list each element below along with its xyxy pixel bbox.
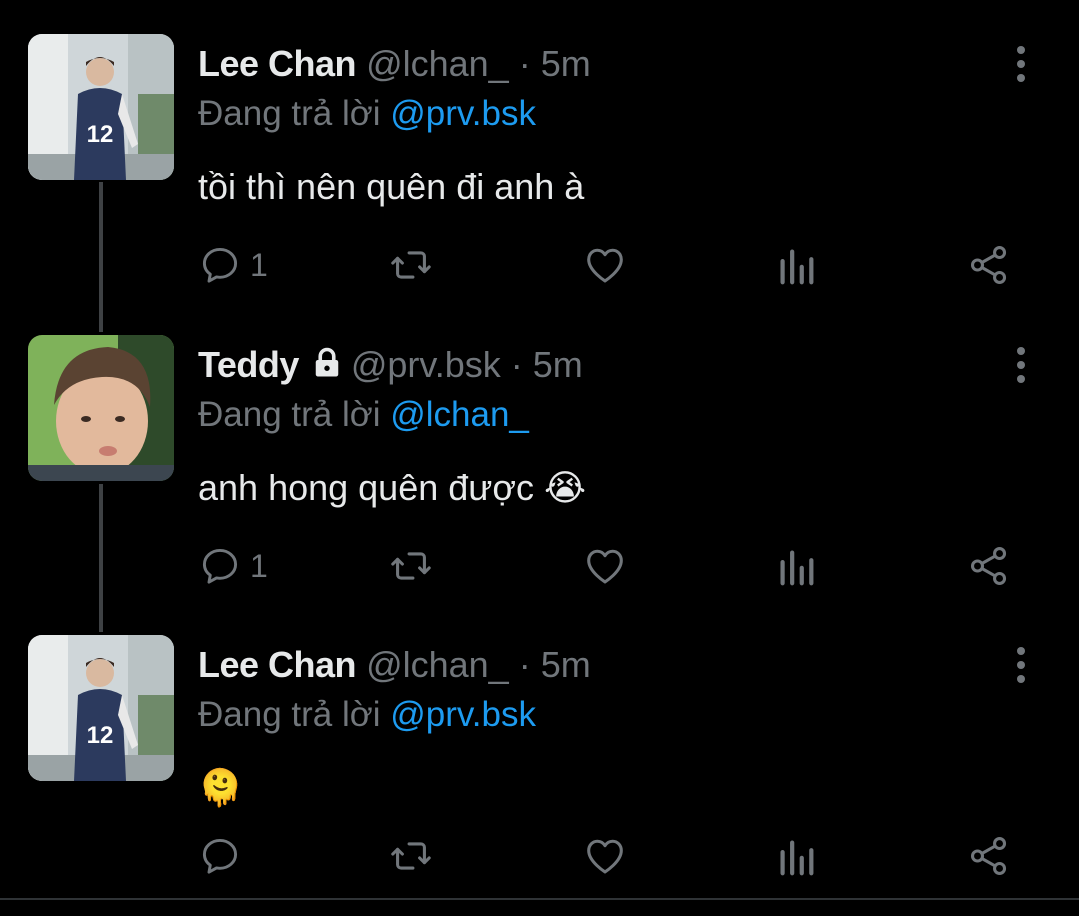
- tweet-actions: 1: [198, 541, 1018, 591]
- more-vertical-icon[interactable]: [1012, 345, 1030, 385]
- timestamp[interactable]: · 5m: [511, 344, 583, 385]
- tweet-header: Lee Chan @lchan_ · 5m: [198, 42, 591, 86]
- like-button[interactable]: [582, 240, 628, 290]
- timestamp[interactable]: · 5m: [519, 43, 591, 84]
- tweet-header: Teddy @prv.bsk · 5m: [198, 343, 583, 391]
- replying-to: Đang trả lời @prv.bsk: [198, 92, 536, 136]
- heart-icon: [587, 549, 623, 584]
- share-icon: [970, 547, 1007, 585]
- divider: [0, 898, 1079, 900]
- reply-bubble-icon: [202, 247, 238, 283]
- views-chart-icon: [780, 249, 814, 285]
- views-button[interactable]: [776, 541, 816, 591]
- reply-bubble-icon: [202, 548, 238, 584]
- retweet-button[interactable]: [388, 240, 434, 290]
- display-name[interactable]: Lee Chan: [198, 43, 357, 84]
- user-handle[interactable]: @lchan_: [366, 644, 509, 685]
- tweet-actions: [198, 831, 1018, 881]
- tweet-text: anh hong quên được 😭: [198, 465, 586, 511]
- tweet-text: 🫠: [198, 765, 243, 811]
- share-icon: [970, 246, 1007, 284]
- reply-count: 1: [250, 547, 268, 584]
- views-button[interactable]: [776, 831, 816, 881]
- views-chart-icon: [780, 840, 814, 876]
- reply-button[interactable]: [198, 831, 250, 881]
- svg-text:12: 12: [87, 722, 114, 749]
- replying-to: Đang trả lời @prv.bsk: [198, 693, 536, 737]
- like-button[interactable]: [582, 831, 628, 881]
- share-icon: [970, 837, 1007, 875]
- retweet-icon: [391, 552, 431, 580]
- more-vertical-icon[interactable]: [1012, 645, 1030, 685]
- reply-count: 1: [250, 246, 268, 283]
- display-name[interactable]: Lee Chan: [198, 644, 357, 685]
- timestamp[interactable]: · 5m: [519, 644, 591, 685]
- like-button[interactable]: [582, 541, 628, 591]
- avatar[interactable]: 12: [28, 34, 174, 180]
- avatar[interactable]: 12: [28, 635, 174, 781]
- more-vertical-icon[interactable]: [1012, 44, 1030, 84]
- share-button[interactable]: [966, 240, 1012, 290]
- svg-text:12: 12: [87, 121, 114, 148]
- tweet-body: tồi thì nên quên đi anh à: [198, 166, 585, 207]
- tweet-header: Lee Chan @lchan_ · 5m: [198, 643, 591, 687]
- retweet-button[interactable]: [388, 831, 434, 881]
- tweet[interactable]: 12 Lee Chan @lchan_ · 5m Đang trả lời @p…: [0, 34, 1079, 304]
- reply-button[interactable]: 1: [198, 541, 268, 591]
- retweet-icon: [391, 251, 431, 279]
- tweet-actions: 1: [198, 240, 1018, 290]
- user-handle[interactable]: @prv.bsk: [351, 344, 501, 385]
- tweet-text: tồi thì nên quên đi anh à: [198, 164, 584, 210]
- replying-to-label: Đang trả lời: [198, 395, 381, 434]
- reply-mention-link[interactable]: @lchan_: [390, 395, 529, 434]
- user-handle[interactable]: @lchan_: [366, 43, 509, 84]
- share-button[interactable]: [966, 831, 1012, 881]
- reply-mention-link[interactable]: @prv.bsk: [390, 94, 536, 133]
- reply-bubble-icon: [202, 838, 238, 874]
- avatar[interactable]: [28, 335, 174, 481]
- replying-to-label: Đang trả lời: [198, 695, 381, 734]
- replying-to-label: Đang trả lời: [198, 94, 381, 133]
- heart-icon: [587, 839, 623, 874]
- tweet[interactable]: 12 Lee Chan @lchan_ · 5m Đang trả lời @p…: [0, 635, 1079, 895]
- heart-icon: [587, 248, 623, 283]
- tweet-body: anh hong quên được: [198, 467, 534, 508]
- retweet-button[interactable]: [388, 541, 434, 591]
- reply-mention-link[interactable]: @prv.bsk: [390, 695, 536, 734]
- retweet-icon: [391, 842, 431, 870]
- crying-face-emoji: 😭: [544, 467, 587, 508]
- views-button[interactable]: [776, 240, 816, 290]
- reply-button[interactable]: 1: [198, 240, 268, 290]
- views-chart-icon: [780, 550, 814, 586]
- replying-to: Đang trả lời @lchan_: [198, 393, 529, 437]
- melting-face-emoji: 🫠: [198, 767, 243, 808]
- lock-icon: [309, 345, 345, 391]
- display-name[interactable]: Teddy: [198, 344, 299, 385]
- tweet[interactable]: Teddy @prv.bsk · 5m Đang trả lời @lchan_ …: [0, 335, 1079, 605]
- share-button[interactable]: [966, 541, 1012, 591]
